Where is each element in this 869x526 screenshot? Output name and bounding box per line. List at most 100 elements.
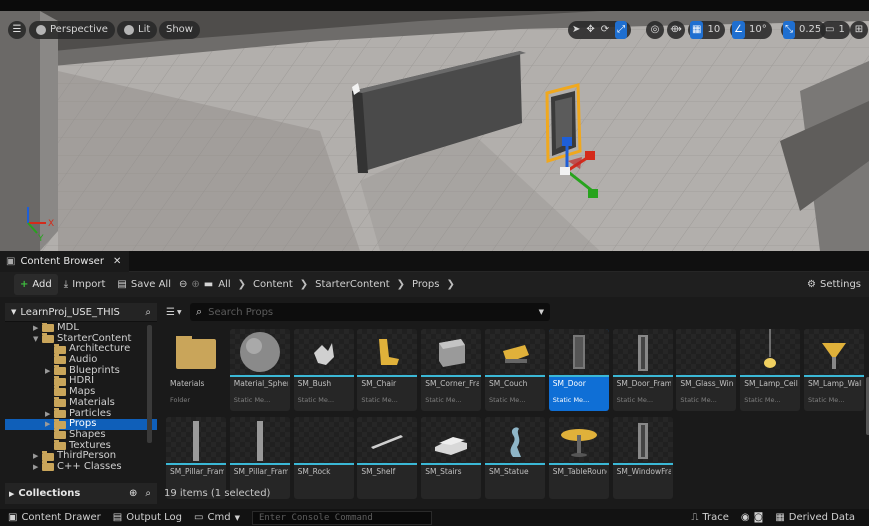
scale-tool-icon[interactable]: ⤢: [615, 21, 628, 39]
save-all-button[interactable]: ▤ Save All: [111, 274, 177, 295]
sources-header[interactable]: ▼ LearnProj_USE_THIS ⌕: [5, 303, 157, 322]
collections-search-icon[interactable]: ⌕: [145, 488, 151, 499]
world-space-icon[interactable]: ◎: [646, 21, 664, 39]
add-button[interactable]: + Add: [14, 274, 58, 295]
asset-name: SM_WindowFrame: [616, 468, 671, 476]
asset-name: SM_Glass_Window: [680, 380, 734, 388]
terminal-icon: ▭: [194, 512, 204, 523]
chevron-down-icon: ▼: [11, 308, 17, 316]
asset-tile[interactable]: Material_Sphere Static Me...: [229, 329, 290, 411]
surface-snap-icon[interactable]: ⟴: [667, 21, 685, 39]
output-log-label: Output Log: [126, 512, 183, 523]
asset-type-bar: [548, 463, 609, 465]
asset-tile[interactable]: SM_Pillar_Frame300: [229, 417, 290, 499]
sources-root-label: LearnProj_USE_THIS: [20, 306, 120, 318]
show-button[interactable]: Show: [159, 21, 200, 39]
asset-tile[interactable]: SM_Chair Static Me...: [357, 329, 418, 411]
chevron-right-icon[interactable]: ▶: [45, 366, 54, 377]
source-control-button[interactable]: ◉ ◙: [735, 512, 769, 523]
breadcrumb-separator-icon[interactable]: ❯: [234, 279, 250, 290]
chevron-right-icon[interactable]: ▶: [45, 419, 54, 430]
content-drawer-button[interactable]: ▣ Content Drawer: [0, 512, 107, 523]
asset-tile[interactable]: SM_Door_Frame Static Me...: [612, 329, 673, 411]
viewport-menu-icon[interactable]: ☰: [8, 21, 26, 39]
asset-tile[interactable]: SM_Glass_Window Static Me...: [676, 329, 737, 411]
tree-item[interactable]: Materials: [5, 396, 157, 409]
asset-thumbnail: [293, 329, 354, 375]
rotate-tool-icon[interactable]: ⟳: [601, 21, 609, 39]
asset-tile[interactable]: SM_Corner_Frame Static Me...: [421, 329, 482, 411]
breadcrumb-separator-icon[interactable]: ❯: [393, 279, 409, 290]
close-tab-icon[interactable]: ✕: [113, 256, 121, 267]
import-button[interactable]: ⤓ Import: [58, 274, 112, 295]
asset-tile[interactable]: SM_Shelf: [357, 417, 418, 499]
asset-type-bar: [485, 463, 545, 465]
select-tool-icon[interactable]: ➤: [572, 21, 580, 39]
cmd-dropdown[interactable]: ▭ Cmd ▼: [188, 512, 246, 523]
asset-type: Static Me...: [744, 396, 781, 404]
breadcrumb-content[interactable]: Content: [250, 279, 296, 290]
asset-type-bar: [357, 463, 418, 465]
folder-icon: [54, 439, 66, 450]
derived-data-button[interactable]: ▦ Derived Data: [769, 512, 869, 523]
tree-scrollbar[interactable]: [147, 325, 152, 443]
grid-snap-toggle[interactable]: ▦ 10: [688, 21, 726, 39]
search-icon[interactable]: ⌕: [145, 307, 151, 318]
add-collection-icon[interactable]: ⊕: [129, 488, 137, 499]
settings-button[interactable]: ⚙ Settings: [801, 274, 867, 295]
transform-tools[interactable]: ➤ ✥ ⟳ ⤢: [568, 21, 632, 39]
folder-icon: [42, 333, 54, 344]
asset-tile[interactable]: SM_Bush Static Me...: [293, 329, 354, 411]
move-tool-icon[interactable]: ✥: [586, 21, 594, 39]
import-label: Import: [72, 279, 106, 290]
breadcrumb-props[interactable]: Props: [409, 279, 442, 290]
camera-speed-button[interactable]: ▭ 1: [820, 21, 850, 39]
layout-icon[interactable]: ⊞: [850, 21, 868, 39]
history-back-icon[interactable]: ⊖: [177, 274, 189, 295]
chevron-down-icon[interactable]: ▼: [33, 334, 42, 345]
chevron-right-icon[interactable]: ▶: [33, 451, 42, 462]
asset-tile[interactable]: Materials Folder: [166, 329, 226, 411]
asset-tile[interactable]: SM_TableRound: [548, 417, 609, 499]
tree-item[interactable]: Shapes: [5, 429, 157, 441]
folder-icon: [54, 397, 66, 408]
perspective-button[interactable]: Perspective: [29, 21, 115, 39]
trace-button[interactable]: ⎍ Trace: [685, 512, 735, 523]
gear-icon: ⚙: [807, 279, 816, 290]
output-log-button[interactable]: ▤ Output Log: [107, 512, 188, 523]
chevron-right-icon[interactable]: ▶: [33, 323, 42, 334]
history-forward-icon[interactable]: ⊕: [189, 274, 201, 295]
tree-item-label: Materials: [69, 396, 115, 408]
console-input[interactable]: Enter Console Command: [251, 510, 432, 525]
asset-tile[interactable]: SM_Lamp_Ceiling Static Me...: [740, 329, 801, 411]
content-browser-tab[interactable]: ▣ Content Browser ✕: [0, 251, 130, 272]
asset-thumbnail: [421, 417, 482, 463]
asset-tile[interactable]: SM_WindowFrame: [612, 417, 673, 499]
chevron-down-icon: ▼: [234, 513, 240, 522]
asset-type: Static Me...: [489, 396, 526, 404]
asset-tile[interactable]: SM_Stairs: [421, 417, 482, 499]
asset-tile[interactable]: SM_Pillar_Frame: [166, 417, 226, 499]
asset-type: Static Me...: [233, 396, 271, 404]
folder-nav-icon[interactable]: ▬: [202, 274, 215, 295]
content-drawer-icon: ▣: [8, 512, 18, 523]
source-control-icon: ◉: [740, 512, 750, 523]
chevron-right-icon[interactable]: ▶: [45, 409, 54, 420]
chevron-right-icon[interactable]: ▶: [33, 462, 42, 473]
breadcrumb-separator-icon[interactable]: ❯: [442, 279, 458, 290]
tree-item[interactable]: ▶ C++ Classes: [5, 461, 157, 473]
rotation-snap-toggle[interactable]: ∠ 10°: [730, 21, 772, 39]
asset-tile[interactable]: SM_Rock: [293, 417, 354, 499]
asset-tile[interactable]: SM_Lamp_Wall Static Me...: [804, 329, 864, 411]
asset-tile[interactable]: SM_Door Static Me...: [548, 329, 609, 411]
breadcrumb-all[interactable]: All: [215, 279, 233, 290]
level-viewport[interactable]: X Y ☰ Perspective Lit Show ➤ ✥ ⟳ ⤢ ◎ ⟴ ▦…: [0, 11, 869, 251]
lit-button[interactable]: Lit: [117, 21, 158, 39]
breadcrumb-separator-icon[interactable]: ❯: [296, 279, 312, 290]
asset-tile[interactable]: SM_Statue: [485, 417, 545, 499]
breadcrumb-startercontent[interactable]: StarterContent: [312, 279, 392, 290]
asset-name: SM_Lamp_Wall: [808, 380, 862, 388]
add-label: Add: [32, 279, 52, 290]
collections-header[interactable]: ▶ Collections ⊕ ⌕: [5, 483, 157, 504]
asset-tile[interactable]: SM_Couch Static Me...: [485, 329, 545, 411]
